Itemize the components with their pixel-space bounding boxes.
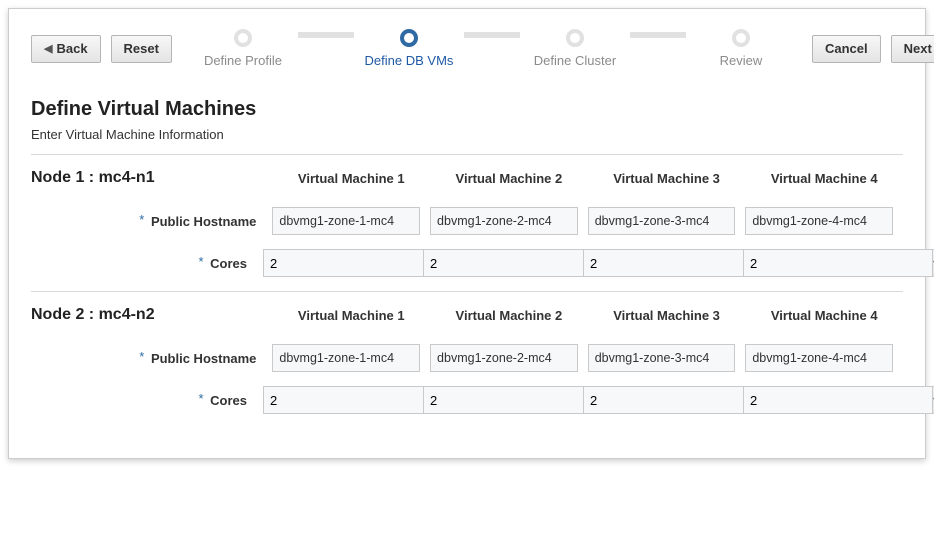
vm-column-header: Virtual Machine 2 [430,308,588,323]
wizard-connector [630,32,686,38]
wizard-connector [298,32,354,38]
step-circle-icon [732,29,750,47]
field-label: * Public Hostname [31,214,272,229]
wizard-connector [464,32,520,38]
vm-column-header: Virtual Machine 1 [272,308,430,323]
next-button[interactable]: Next ▶ [891,35,934,63]
field-label: * Cores [31,256,263,271]
cancel-button-label: Cancel [825,41,868,56]
page-subtitle: Enter Virtual Machine Information [31,127,903,142]
wizard-step-define-db-vms[interactable]: Define DB VMs [354,29,464,68]
hostname-input[interactable] [588,344,736,372]
hostname-input[interactable] [745,344,893,372]
wizard-step-label: Define DB VMs [365,53,454,68]
cores-stepper[interactable]: ▾ ▴ [263,386,413,414]
top-toolbar: ◀ Back Reset Define Profile Define DB VM… [31,29,903,68]
back-button[interactable]: ◀ Back [31,35,101,63]
node-header-row: Node 1 : mc4-n1 Virtual Machine 1 Virtua… [31,169,903,187]
hostname-input[interactable] [745,207,893,235]
cores-stepper[interactable]: ▾ ▴ [263,249,413,277]
cores-stepper[interactable]: ▾ ▴ [583,249,733,277]
wizard-step-review[interactable]: Review [686,29,796,68]
cores-label-text: Cores [210,256,247,271]
hostname-label-text: Public Hostname [151,351,256,366]
cores-label-text: Cores [210,393,247,408]
hostname-row: * Public Hostname [31,344,903,372]
cores-stepper[interactable]: ▾ ▴ [423,249,573,277]
field-label: * Public Hostname [31,351,272,366]
separator [31,154,903,155]
hostname-input[interactable] [430,344,578,372]
back-button-label: Back [56,41,87,56]
chevron-left-icon: ◀ [44,42,52,55]
cores-stepper[interactable]: ▾ ▴ [423,386,573,414]
step-circle-icon [566,29,584,47]
reset-button-label: Reset [124,41,159,56]
hostname-input[interactable] [588,207,736,235]
wizard-step-define-profile[interactable]: Define Profile [188,29,298,68]
cores-stepper[interactable]: ▾ ▴ [743,249,893,277]
cores-row: * Cores ▾ ▴ ▾ ▴ ▾ [31,249,903,277]
main-frame: ◀ Back Reset Define Profile Define DB VM… [8,8,926,459]
field-label: * Cores [31,393,263,408]
hostname-input[interactable] [272,207,420,235]
vm-column-header: Virtual Machine 3 [588,308,746,323]
node-header-row: Node 2 : mc4-n2 Virtual Machine 1 Virtua… [31,306,903,324]
hostname-label-text: Public Hostname [151,214,256,229]
wizard-row: Define Profile Define DB VMs Define Clus… [188,29,796,68]
toolbar-right: Cancel Next ▶ [812,35,934,63]
wizard-step-label: Define Cluster [534,53,616,68]
required-asterisk-icon: * [139,212,144,227]
wizard-step-label: Review [720,53,763,68]
node-title: Node 2 : mc4-n2 [31,306,272,324]
vm-column-header: Virtual Machine 4 [745,308,903,323]
required-asterisk-icon: * [139,349,144,364]
cores-input[interactable] [743,386,932,414]
hostname-row: * Public Hostname [31,207,903,235]
cores-stepper[interactable]: ▾ ▴ [743,386,893,414]
cores-row: * Cores ▾ ▴ ▾ ▴ ▾ [31,386,903,414]
page-title: Define Virtual Machines [31,98,903,121]
vm-column-header: Virtual Machine 2 [430,171,588,186]
required-asterisk-icon: * [198,254,203,269]
separator [31,291,903,292]
step-circle-icon [400,29,418,47]
cores-input[interactable] [743,249,932,277]
wizard-step-define-cluster[interactable]: Define Cluster [520,29,630,68]
cancel-button[interactable]: Cancel [812,35,881,63]
vm-column-header: Virtual Machine 1 [272,171,430,186]
step-circle-icon [234,29,252,47]
node-block-1: Node 1 : mc4-n1 Virtual Machine 1 Virtua… [31,169,903,277]
vm-column-header: Virtual Machine 4 [745,171,903,186]
vm-column-header: Virtual Machine 3 [588,171,746,186]
required-asterisk-icon: * [198,391,203,406]
wizard-step-label: Define Profile [204,53,282,68]
hostname-input[interactable] [272,344,420,372]
wizard-train: Define Profile Define DB VMs Define Clus… [188,29,796,68]
node-title: Node 1 : mc4-n1 [31,169,272,187]
cores-stepper[interactable]: ▾ ▴ [583,386,733,414]
reset-button[interactable]: Reset [111,35,172,63]
node-block-2: Node 2 : mc4-n2 Virtual Machine 1 Virtua… [31,306,903,414]
next-button-label: Next [904,41,932,56]
hostname-input[interactable] [430,207,578,235]
